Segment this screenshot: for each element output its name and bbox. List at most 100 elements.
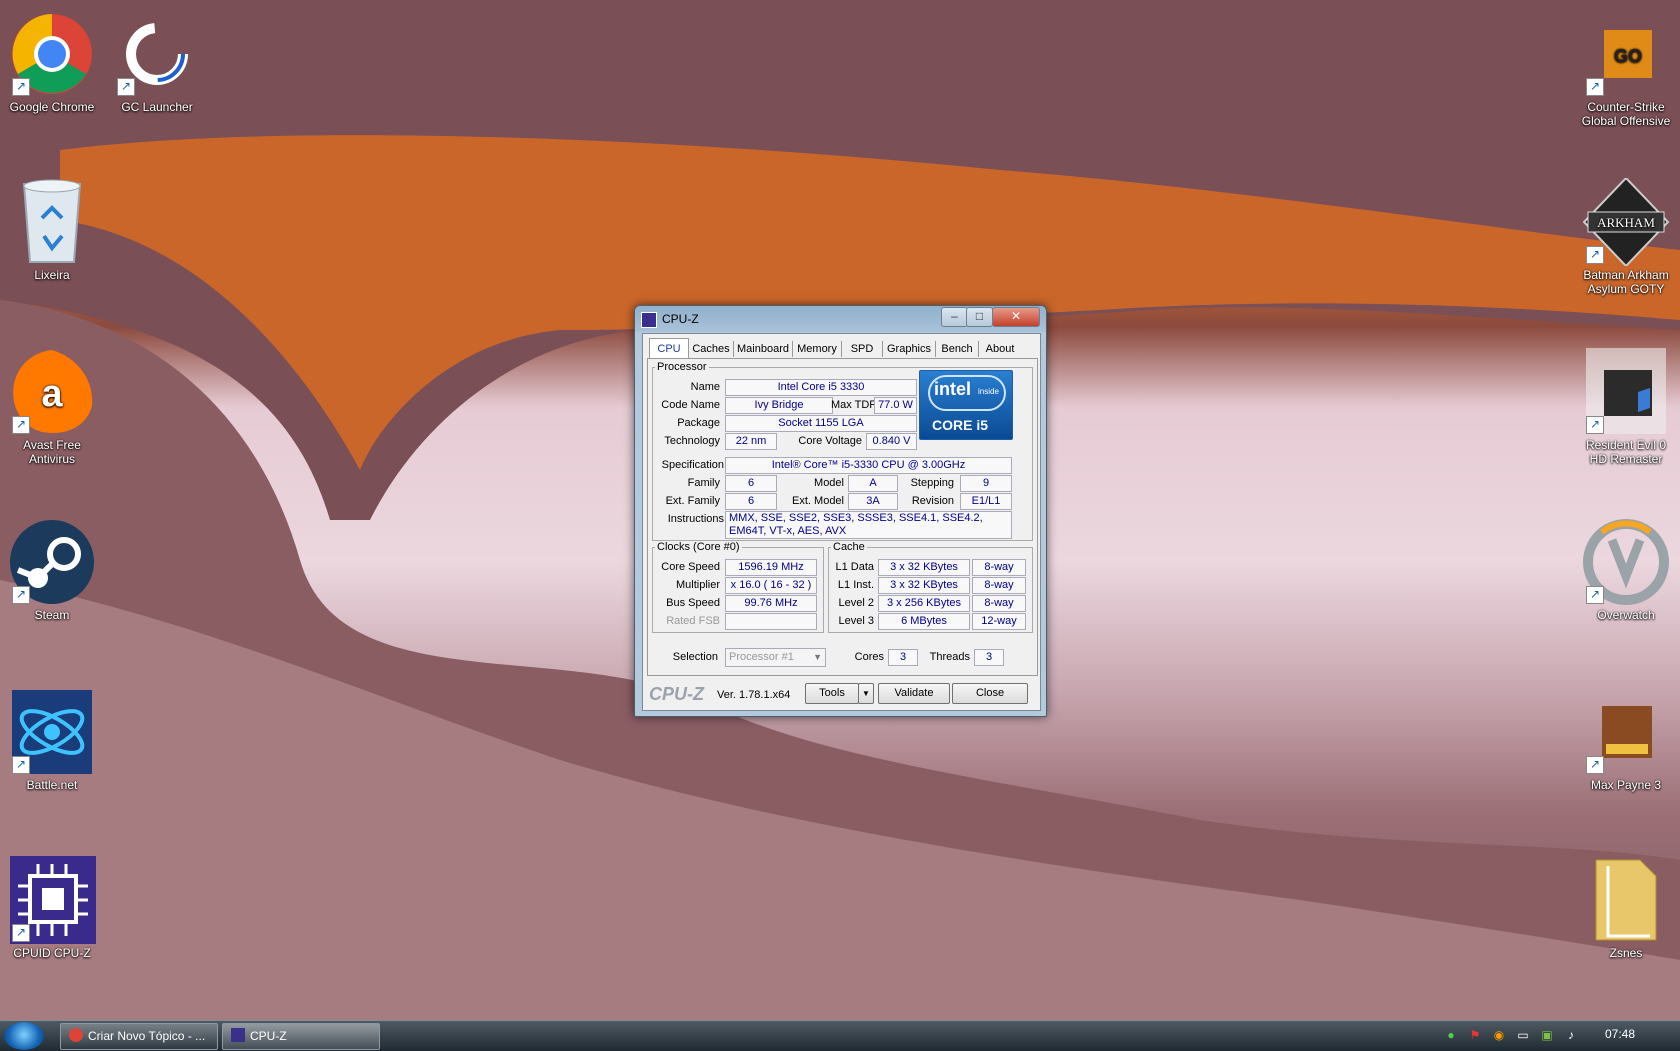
ext-model-value: 3A — [848, 493, 898, 510]
desktop-icon-gc-launcher[interactable]: ↗ GC Launcher — [107, 10, 207, 114]
desktop-icon-label: Avast Free Antivirus — [23, 438, 81, 466]
logo-intel-text: intel — [934, 379, 972, 399]
revision-value: E1/L1 — [960, 493, 1012, 510]
action-center-icon[interactable]: ▭ — [1515, 1027, 1531, 1043]
shortcut-arrow-icon: ↗ — [1586, 246, 1604, 264]
window-title: CPU-Z — [662, 312, 699, 326]
desktop-icon-label: Max Payne 3 — [1590, 778, 1662, 792]
selection-label: Selection — [672, 651, 718, 663]
cache-l1i-label: L1 Inst. — [837, 579, 874, 591]
cache-l2-size: 3 x 256 KBytes — [878, 595, 970, 612]
desktop-icon-lixeira[interactable]: Lixeira — [2, 178, 102, 282]
window-client-area: CPU Caches Mainboard Memory SPD Graphics… — [642, 333, 1041, 711]
tdp-value: 77.0 W — [874, 397, 917, 414]
desktop-icon-batman[interactable]: ARKHAM ↗ Batman Arkham Asylum GOTY — [1576, 178, 1676, 296]
multiplier-label: Multiplier — [675, 579, 720, 591]
package-label: Package — [677, 417, 720, 429]
shortcut-arrow-icon: ↗ — [1586, 756, 1604, 774]
technology-value: 22 nm — [725, 433, 777, 450]
desktop-icon-cpuid-cpuz[interactable]: ↗ CPUID CPU-Z — [2, 856, 102, 960]
footer-bar: CPU-Z Ver. 1.78.1.x64 Tools ▼ Validate C… — [647, 680, 1036, 706]
close-window-button[interactable]: ✕ — [992, 307, 1040, 327]
desktop-icon-google-chrome[interactable]: ↗ Google Chrome — [2, 10, 102, 114]
close-button[interactable]: Close — [952, 683, 1028, 704]
technology-label: Technology — [664, 435, 720, 447]
desktop-icon-battlenet[interactable]: ↗ Battle.net — [2, 688, 102, 792]
chrome-icon — [69, 1028, 83, 1042]
nvidia-icon[interactable]: ▣ — [1539, 1027, 1555, 1043]
desktop-icon-label: Counter-Strike Global Offensive — [1581, 100, 1671, 128]
multiplier-value: x 16.0 ( 16 - 32 ) — [725, 577, 817, 594]
tab-bench[interactable]: Bench — [936, 341, 979, 357]
shortcut-arrow-icon: ↗ — [12, 756, 30, 774]
tools-button[interactable]: Tools — [805, 683, 859, 704]
threads-label: Threads — [929, 651, 970, 663]
cpuz-app-icon — [641, 312, 657, 328]
shortcut-arrow-icon: ↗ — [12, 78, 30, 96]
chevron-down-icon: ▼ — [813, 652, 822, 662]
start-button[interactable] — [4, 1022, 44, 1050]
processor-legend: Processor — [657, 361, 707, 373]
tools-dropdown-icon[interactable]: ▼ — [858, 683, 874, 704]
processor-select[interactable]: Processor #1 ▼ — [725, 648, 826, 667]
logo-inside-text: inside — [978, 387, 999, 396]
cache-l1d-label: L1 Data — [835, 561, 874, 573]
desktop-icon-steam[interactable]: ↗ Steam — [2, 518, 102, 622]
revision-label: Revision — [911, 495, 954, 507]
svg-text:ARKHAM: ARKHAM — [1597, 215, 1655, 230]
intel-core-i5-logo: intel inside CORE i5 — [919, 370, 1013, 440]
cpuz-window[interactable]: CPU-Z – □ ✕ CPU Caches Mainboard Memory … — [634, 305, 1047, 717]
desktop-icon-label: Battle.net — [26, 778, 78, 792]
network-status-icon[interactable]: ● — [1443, 1027, 1459, 1043]
cache-l3-size: 6 MBytes — [878, 613, 970, 630]
bus-speed-value: 99.76 MHz — [725, 595, 817, 612]
validate-button[interactable]: Validate — [878, 683, 950, 704]
desktop-icon-zsnes[interactable]: Zsnes — [1576, 856, 1676, 960]
processor-select-value: Processor #1 — [729, 651, 794, 663]
tab-mainboard[interactable]: Mainboard — [734, 341, 793, 357]
cache-l1d-size: 3 x 32 KBytes — [878, 559, 970, 576]
rated-fsb-label: Rated FSB — [666, 615, 720, 627]
bus-speed-label: Bus Speed — [666, 597, 720, 609]
tab-about[interactable]: About — [979, 341, 1021, 357]
avast-tray-icon[interactable]: ◉ — [1491, 1027, 1507, 1043]
cpuz-brand: CPU-Z — [649, 684, 704, 704]
tab-memory[interactable]: Memory — [793, 341, 842, 357]
clocks-legend: Clocks (Core #0) — [657, 541, 740, 553]
desktop-icon-csgo[interactable]: GO ↗ Counter-Strike Global Offensive — [1576, 10, 1676, 128]
volume-icon[interactable]: ♪ — [1563, 1027, 1579, 1043]
stepping-value: 9 — [960, 475, 1012, 492]
desktop-icon-overwatch[interactable]: ↗ Overwatch — [1576, 518, 1676, 622]
instructions-value: MMX, SSE, SSE2, SSE3, SSSE3, SSE4.1, SSE… — [725, 511, 1012, 539]
tab-spd[interactable]: SPD — [842, 341, 883, 357]
ext-model-label: Ext. Model — [792, 495, 844, 507]
minimize-button[interactable]: – — [941, 307, 968, 327]
rated-fsb-value — [725, 613, 817, 630]
core-voltage-value: 0.840 V — [866, 433, 917, 450]
cache-l2-label: Level 2 — [838, 597, 874, 609]
version-text: Ver. 1.78.1.x64 — [717, 689, 791, 701]
taskbar-item-cpuz[interactable]: CPU-Z — [222, 1023, 380, 1050]
specification-value: Intel® Core™ i5-3330 CPU @ 3.00GHz — [725, 457, 1012, 474]
window-titlebar[interactable]: CPU-Z – □ ✕ — [635, 306, 1046, 332]
threads-value: 3 — [974, 649, 1004, 666]
tab-caches[interactable]: Caches — [689, 341, 734, 357]
desktop-icon-max-payne[interactable]: ↗ Max Payne 3 — [1576, 688, 1676, 792]
tab-cpu[interactable]: CPU — [649, 338, 689, 359]
maximize-button[interactable]: □ — [966, 307, 993, 327]
flag-icon[interactable]: ⚑ — [1467, 1027, 1483, 1043]
desktop-icon-label: Lixeira — [34, 268, 70, 282]
codename-value: Ivy Bridge — [725, 397, 833, 414]
taskbar-item-chrome[interactable]: Criar Novo Tópico - ... — [60, 1023, 218, 1050]
name-value: Intel Core i5 3330 — [725, 379, 917, 396]
taskbar-clock[interactable]: 07:48 — [1605, 1027, 1635, 1041]
desktop-icon-resident-evil[interactable]: ↗ Resident Evil 0 HD Remaster — [1576, 348, 1676, 466]
model-label: Model — [814, 477, 844, 489]
cache-l1i-way: 8-way — [972, 577, 1026, 594]
desktop-icon-avast[interactable]: a ↗ Avast Free Antivirus — [2, 348, 102, 466]
desktop-icon-label: Resident Evil 0 HD Remaster — [1585, 438, 1667, 466]
tab-graphics[interactable]: Graphics — [883, 341, 936, 357]
svg-text:a: a — [41, 373, 63, 415]
shortcut-arrow-icon: ↗ — [1586, 416, 1604, 434]
shortcut-arrow-icon: ↗ — [117, 78, 135, 96]
